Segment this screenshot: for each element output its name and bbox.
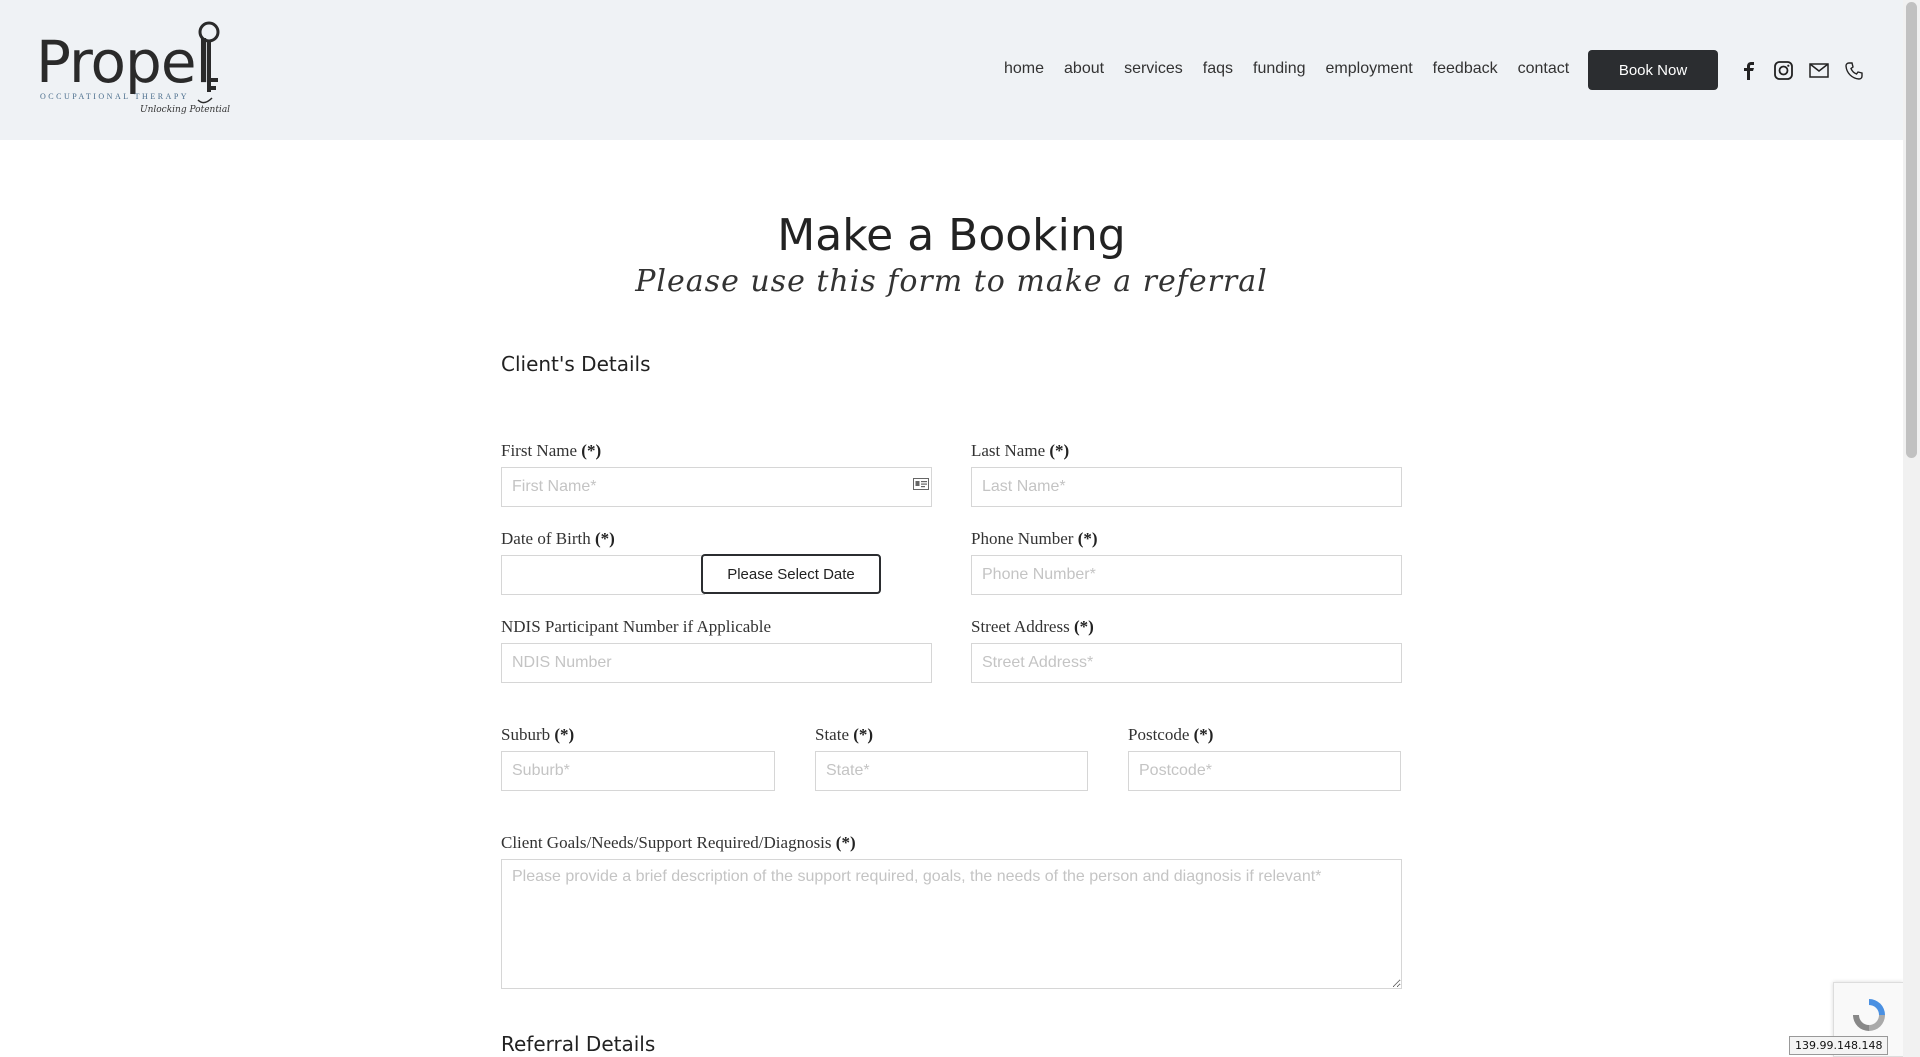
- key-icon: [197, 21, 220, 104]
- dob-label-text: Date of Birth: [501, 529, 591, 548]
- logo-subtitle: OCCUPATIONAL THERAPY: [40, 92, 190, 101]
- dob-label: Date of Birth (*): [501, 529, 615, 549]
- propel-logo[interactable]: Propel OCCUPATIONAL THERAPY Unlocking Po…: [36, 18, 230, 123]
- ndis-input[interactable]: [501, 643, 932, 683]
- nav-funding[interactable]: funding: [1253, 60, 1306, 78]
- first-name-label-text: First Name: [501, 441, 578, 460]
- required-marker: (*): [1073, 617, 1094, 636]
- book-now-button[interactable]: Book Now: [1588, 50, 1718, 90]
- contact-card-icon[interactable]: [913, 478, 929, 490]
- suburb-input[interactable]: [501, 751, 775, 791]
- last-name-input[interactable]: [971, 467, 1402, 507]
- logo-tagline: Unlocking Potential: [140, 105, 231, 115]
- nav-about[interactable]: about: [1064, 60, 1104, 78]
- last-name-label-text: Last Name: [971, 441, 1046, 460]
- postcode-input[interactable]: [1128, 751, 1401, 791]
- goals-label-text: Client Goals/Needs/Support Required/Diag…: [501, 833, 832, 852]
- email-icon[interactable]: [1808, 60, 1829, 81]
- recaptcha-icon: [1853, 999, 1885, 1031]
- required-marker: (*): [1193, 725, 1214, 744]
- phone-input[interactable]: [971, 555, 1402, 595]
- goals-textarea[interactable]: [501, 859, 1402, 989]
- last-name-label: Last Name (*): [971, 441, 1069, 461]
- postcode-label: Postcode (*): [1128, 725, 1213, 745]
- phone-label: Phone Number (*): [971, 529, 1098, 549]
- nav-feedback[interactable]: feedback: [1433, 60, 1498, 78]
- select-date-button[interactable]: Please Select Date: [701, 554, 881, 594]
- main-nav: home about services faqs funding employm…: [1004, 60, 1589, 78]
- site-header: Propel OCCUPATIONAL THERAPY Unlocking Po…: [0, 0, 1903, 140]
- required-marker: (*): [554, 725, 575, 744]
- page-title: Make a Booking: [777, 210, 1126, 261]
- nav-faqs[interactable]: faqs: [1203, 60, 1233, 78]
- required-marker: (*): [853, 725, 874, 744]
- section-client-details: Client's Details: [501, 352, 651, 376]
- state-input[interactable]: [815, 751, 1088, 791]
- state-label-text: State: [815, 725, 849, 744]
- street-label: Street Address (*): [971, 617, 1094, 637]
- nav-contact[interactable]: contact: [1518, 60, 1570, 78]
- required-marker: (*): [1049, 441, 1070, 460]
- street-address-input[interactable]: [971, 643, 1402, 683]
- required-marker: (*): [581, 441, 602, 460]
- first-name-label: First Name (*): [501, 441, 601, 461]
- ndis-label: NDIS Participant Number if Applicable: [501, 617, 772, 636]
- suburb-label-text: Suburb: [501, 725, 551, 744]
- phone-icon[interactable]: [1843, 60, 1864, 81]
- required-marker: (*): [1077, 529, 1098, 548]
- required-marker: (*): [835, 833, 856, 852]
- state-label: State (*): [815, 725, 873, 745]
- section-referral-details: Referral Details: [501, 1032, 656, 1056]
- social-links: [1738, 60, 1864, 81]
- dob-input[interactable]: [501, 555, 705, 595]
- ip-address-badge: 139.99.148.148: [1789, 1036, 1889, 1055]
- nav-home[interactable]: home: [1004, 60, 1044, 78]
- first-name-input[interactable]: [501, 467, 932, 507]
- scrollbar-thumb[interactable]: [1906, 2, 1917, 458]
- required-marker: (*): [594, 529, 615, 548]
- goals-label: Client Goals/Needs/Support Required/Diag…: [501, 833, 856, 853]
- phone-label-text: Phone Number: [971, 529, 1074, 548]
- street-label-text: Street Address: [971, 617, 1070, 636]
- nav-employment[interactable]: employment: [1326, 60, 1413, 78]
- postcode-label-text: Postcode: [1128, 725, 1190, 744]
- instagram-icon[interactable]: [1773, 60, 1794, 81]
- page-subtitle: Please use this form to make a referral: [635, 264, 1268, 299]
- logo-wordmark: Propel: [36, 28, 212, 96]
- suburb-label: Suburb (*): [501, 725, 574, 745]
- nav-services[interactable]: services: [1124, 60, 1183, 78]
- facebook-icon[interactable]: [1738, 60, 1759, 81]
